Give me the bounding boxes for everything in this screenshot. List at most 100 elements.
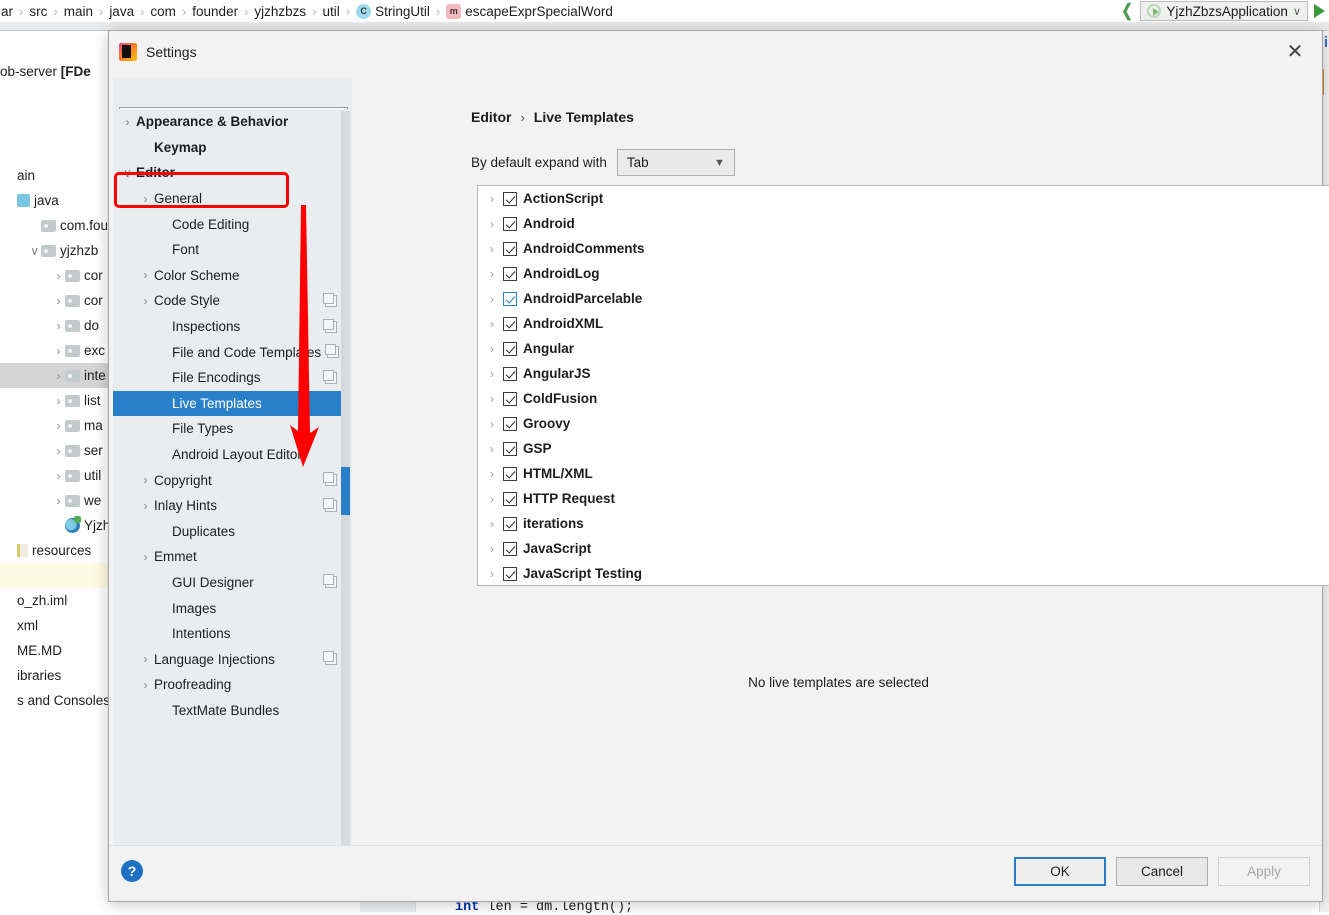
breadcrumb-item-java[interactable]: java bbox=[108, 4, 135, 19]
copy-settings-icon[interactable] bbox=[325, 576, 337, 588]
breadcrumb-item-com[interactable]: com bbox=[149, 4, 177, 19]
settings-tree-scrollbar[interactable] bbox=[341, 111, 350, 879]
run-configuration-selector[interactable]: YjzhZbzsApplication ∨ bbox=[1140, 1, 1308, 21]
breadcrumb-item-yjzhzbzs[interactable]: yjzhzbzs bbox=[253, 4, 307, 19]
chevron-right-icon[interactable]: › bbox=[137, 499, 154, 513]
chevron-right-icon[interactable]: › bbox=[137, 678, 154, 692]
chevron-right-icon[interactable]: › bbox=[137, 268, 154, 282]
template-checkbox[interactable] bbox=[503, 542, 517, 556]
template-group-row[interactable]: ›Angular bbox=[478, 336, 1329, 361]
cancel-button[interactable]: Cancel bbox=[1116, 857, 1208, 886]
project-tree-row[interactable]: ibraries bbox=[0, 663, 112, 688]
sidebar-item-font[interactable]: Font bbox=[113, 237, 343, 263]
sidebar-item-general[interactable]: ›General bbox=[113, 186, 343, 212]
breadcrumb-item-src[interactable]: src bbox=[28, 4, 48, 19]
project-tree-row[interactable]: ›cor bbox=[0, 263, 112, 288]
chevron-right-icon[interactable]: › bbox=[481, 342, 503, 356]
chevron-right-icon[interactable]: › bbox=[481, 467, 503, 481]
template-group-row[interactable]: ›Groovy bbox=[478, 411, 1329, 436]
template-checkbox[interactable] bbox=[503, 267, 517, 281]
template-group-row[interactable]: ›Android bbox=[478, 211, 1329, 236]
chevron-right-icon[interactable]: › bbox=[481, 492, 503, 506]
template-group-row[interactable]: ›AndroidLog bbox=[478, 261, 1329, 286]
template-checkbox[interactable] bbox=[503, 317, 517, 331]
chevron-right-icon[interactable]: › bbox=[481, 517, 503, 531]
template-checkbox[interactable] bbox=[503, 517, 517, 531]
chevron-right-icon[interactable]: › bbox=[52, 269, 65, 283]
template-group-row[interactable]: ›HTTP Request bbox=[478, 486, 1329, 511]
template-checkbox[interactable] bbox=[503, 367, 517, 381]
chevron-right-icon[interactable]: › bbox=[52, 344, 65, 358]
template-checkbox[interactable] bbox=[503, 217, 517, 231]
copy-settings-icon[interactable] bbox=[325, 653, 337, 665]
chevron-right-icon[interactable]: › bbox=[481, 542, 503, 556]
breadcrumb-item-ar[interactable]: ar bbox=[0, 4, 14, 19]
chevron-right-icon[interactable]: › bbox=[481, 217, 503, 231]
copy-settings-icon[interactable] bbox=[325, 372, 337, 384]
chevron-right-icon[interactable]: › bbox=[52, 319, 65, 333]
sidebar-item-editor[interactable]: ∨Editor bbox=[113, 160, 343, 186]
sidebar-item-duplicates[interactable]: Duplicates bbox=[113, 519, 343, 545]
template-checkbox[interactable] bbox=[503, 492, 517, 506]
expand-with-select[interactable]: Tab ▼ bbox=[617, 149, 735, 176]
template-group-row[interactable]: ›HTML/XML bbox=[478, 461, 1329, 486]
project-tree-row[interactable]: ›util bbox=[0, 463, 112, 488]
close-icon[interactable]: ✕ bbox=[1282, 40, 1308, 66]
chevron-right-icon[interactable]: › bbox=[481, 442, 503, 456]
sidebar-item-emmet[interactable]: ›Emmet bbox=[113, 544, 343, 570]
project-tree-row[interactable] bbox=[0, 563, 112, 588]
copy-settings-icon[interactable] bbox=[325, 474, 337, 486]
chevron-right-icon[interactable]: › bbox=[52, 494, 65, 508]
template-checkbox[interactable] bbox=[503, 242, 517, 256]
project-tree-row[interactable]: ›inte bbox=[0, 363, 112, 388]
template-group-row[interactable]: ›iterations bbox=[478, 511, 1329, 536]
project-tree-row[interactable]: resources bbox=[0, 538, 112, 563]
templates-list[interactable]: ›ActionScript›Android›AndroidComments›An… bbox=[477, 185, 1329, 586]
chevron-right-icon[interactable]: › bbox=[137, 550, 154, 564]
template-group-row[interactable]: ›AngularJS bbox=[478, 361, 1329, 386]
chevron-right-icon[interactable]: › bbox=[481, 417, 503, 431]
back-chevron-icon[interactable]: ❮ bbox=[1122, 1, 1133, 21]
chevron-right-icon[interactable]: › bbox=[52, 419, 65, 433]
chevron-right-icon[interactable]: › bbox=[481, 242, 503, 256]
template-checkbox[interactable] bbox=[503, 392, 517, 406]
project-tree-row[interactable]: ain bbox=[0, 163, 112, 188]
template-group-row[interactable]: ›JavaScript bbox=[478, 536, 1329, 561]
chevron-right-icon[interactable]: › bbox=[137, 652, 154, 666]
copy-settings-icon[interactable] bbox=[327, 346, 339, 358]
project-tree-row[interactable]: xml bbox=[0, 613, 112, 638]
chevron-right-icon[interactable]: › bbox=[137, 192, 154, 206]
chevron-right-icon[interactable]: › bbox=[481, 392, 503, 406]
sidebar-item-code-style[interactable]: ›Code Style bbox=[113, 288, 343, 314]
template-checkbox[interactable] bbox=[503, 567, 517, 581]
project-tree-row[interactable]: java bbox=[0, 188, 112, 213]
chevron-right-icon[interactable]: › bbox=[119, 115, 136, 129]
template-group-row[interactable]: ›ColdFusion bbox=[478, 386, 1329, 411]
copy-settings-icon[interactable] bbox=[325, 295, 337, 307]
template-checkbox[interactable] bbox=[503, 192, 517, 206]
template-group-row[interactable]: ›ActionScript bbox=[478, 186, 1329, 211]
breadcrumb-item-stringutil[interactable]: CStringUtil bbox=[355, 4, 431, 19]
template-group-row[interactable]: ›JavaScript Testing bbox=[478, 561, 1329, 586]
sidebar-item-android-layout-editor[interactable]: Android Layout Editor bbox=[113, 442, 343, 468]
breadcrumb-item-escapeexprspecialword[interactable]: mescapeExprSpecialWord bbox=[445, 4, 614, 19]
breadcrumb-item-main[interactable]: main bbox=[63, 4, 94, 19]
template-checkbox[interactable] bbox=[503, 467, 517, 481]
sidebar-item-file-types[interactable]: File Types bbox=[113, 416, 343, 442]
breadcrumb-item-founder[interactable]: founder bbox=[191, 4, 239, 19]
sidebar-item-inlay-hints[interactable]: ›Inlay Hints bbox=[113, 493, 343, 519]
chevron-right-icon[interactable]: › bbox=[52, 294, 65, 308]
sidebar-item-live-templates[interactable]: Live Templates bbox=[113, 391, 343, 417]
project-tree-row[interactable]: ME.MD bbox=[0, 638, 112, 663]
sidebar-item-keymap[interactable]: Keymap bbox=[113, 135, 343, 161]
sidebar-item-gui-designer[interactable]: GUI Designer bbox=[113, 570, 343, 596]
sidebar-item-images[interactable]: Images bbox=[113, 595, 343, 621]
project-tree-row[interactable]: ›ma bbox=[0, 413, 112, 438]
copy-settings-icon[interactable] bbox=[325, 321, 337, 333]
template-checkbox[interactable] bbox=[503, 342, 517, 356]
sidebar-item-intentions[interactable]: Intentions bbox=[113, 621, 343, 647]
project-tree-row[interactable]: YjzhZb bbox=[0, 513, 112, 538]
chevron-down-icon[interactable]: ∨ bbox=[28, 244, 41, 258]
sidebar-item-code-editing[interactable]: Code Editing bbox=[113, 211, 343, 237]
chevron-down-icon[interactable]: ∨ bbox=[119, 166, 136, 180]
